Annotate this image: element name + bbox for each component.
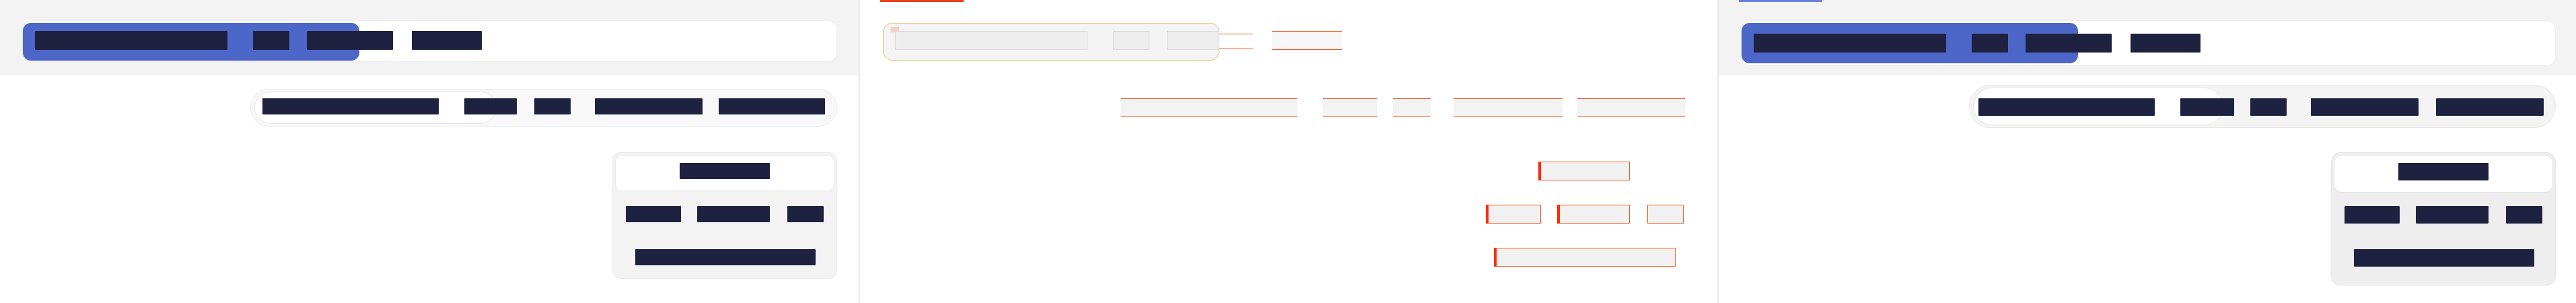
middle-panel [860, 0, 1717, 303]
middle-tab-item-5 [1577, 98, 1685, 117]
middle-top-label [880, 0, 964, 2]
middle-card-option-2-accent [1557, 205, 1560, 224]
right-dropdown-option-1[interactable] [2345, 206, 2400, 224]
left-dropdown-option-2[interactable] [697, 206, 770, 222]
left-pill-item-1[interactable] [262, 98, 439, 114]
middle-card-footer-accent [1494, 248, 1497, 267]
left-dropdown-footer[interactable] [635, 249, 816, 265]
comparison-stage [0, 0, 2576, 303]
right-segment-item-1[interactable] [1754, 34, 1946, 53]
left-panel [0, 0, 859, 303]
left-segment-item-4[interactable] [412, 31, 482, 50]
right-segment-item-3[interactable] [2026, 34, 2112, 53]
left-segment-item-3[interactable] [307, 31, 393, 50]
left-segment-item-2[interactable] [253, 31, 289, 50]
right-pill-item-3[interactable] [2250, 98, 2287, 116]
middle-card-option-1 [1486, 205, 1541, 224]
right-dropdown-title [2398, 163, 2489, 180]
right-segment-item-2[interactable] [1972, 34, 2008, 53]
middle-card-footer [1494, 248, 1676, 267]
middle-top-item-4 [1219, 35, 1253, 48]
right-pill-item-4[interactable] [2311, 98, 2419, 116]
left-dropdown-option-1[interactable] [626, 206, 681, 222]
right-top-label [1739, 0, 1822, 2]
middle-tab-item-3 [1393, 98, 1431, 117]
middle-card-title [1538, 162, 1630, 180]
middle-top-item-2 [1113, 31, 1149, 50]
left-pill-item-3[interactable] [534, 98, 571, 114]
left-pill-item-2[interactable] [464, 98, 517, 114]
right-pill-item-5[interactable] [2436, 98, 2544, 116]
middle-card-option-1-accent [1486, 205, 1489, 224]
right-pill-item-2[interactable] [2180, 98, 2234, 116]
middle-card-option-3 [1647, 205, 1684, 224]
left-pill-item-5[interactable] [719, 98, 825, 114]
right-dropdown-footer[interactable] [2354, 249, 2534, 267]
middle-card-option-2 [1557, 205, 1630, 224]
middle-top-item-1 [895, 31, 1087, 50]
middle-tab-item-2 [1323, 98, 1377, 117]
left-dropdown-option-3[interactable] [787, 206, 824, 222]
middle-top-item-3 [1167, 31, 1219, 50]
middle-top-item-5 [1272, 31, 1342, 50]
middle-tab-item-1 [1121, 98, 1297, 117]
right-panel [1719, 0, 2576, 303]
right-dropdown-option-2[interactable] [2416, 206, 2489, 224]
left-dropdown-title [680, 163, 770, 179]
right-dropdown-option-3[interactable] [2506, 206, 2542, 224]
right-segment-item-4[interactable] [2131, 34, 2201, 53]
left-segment-item-1[interactable] [35, 31, 227, 50]
middle-card-title-accent [1538, 162, 1541, 180]
middle-tab-item-4 [1454, 98, 1563, 117]
right-pill-item-1[interactable] [1978, 98, 2155, 116]
left-pill-item-4[interactable] [595, 98, 703, 114]
